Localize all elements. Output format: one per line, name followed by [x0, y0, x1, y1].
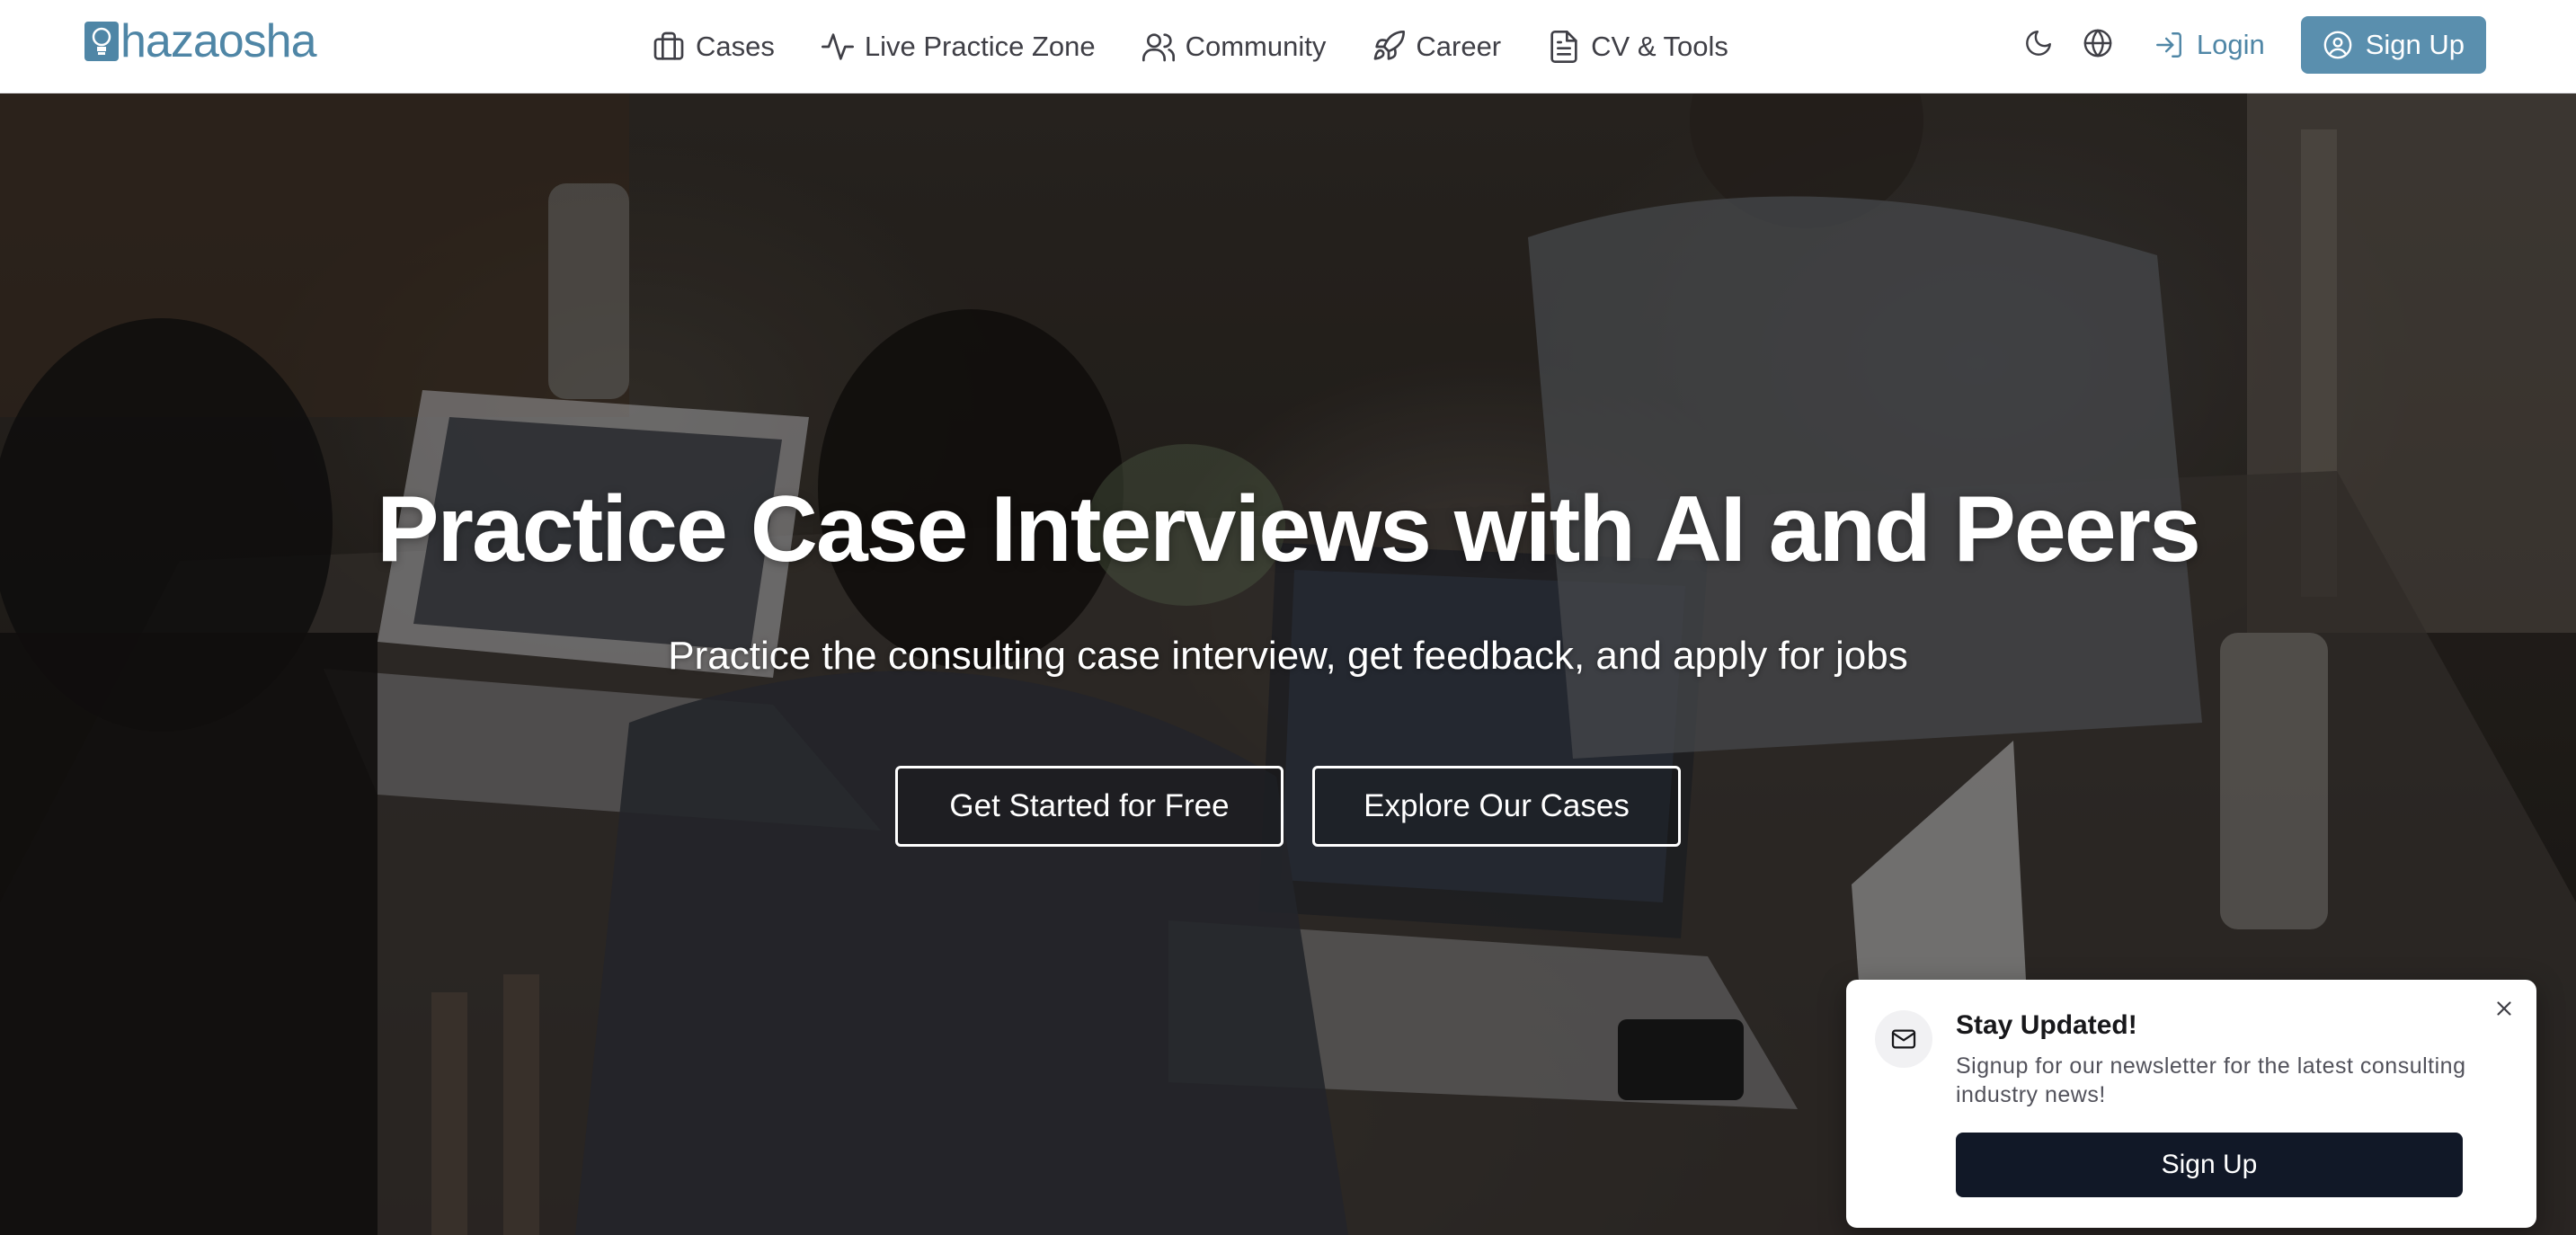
- explore-cases-button[interactable]: Explore Our Cases: [1312, 766, 1681, 847]
- hero-subtitle: Practice the consulting case interview, …: [668, 634, 1908, 678]
- newsletter-signup-button[interactable]: Sign Up: [1956, 1133, 2463, 1197]
- header-signup-button[interactable]: Sign Up: [2300, 16, 2486, 74]
- nav-item-community[interactable]: Community: [1141, 23, 1327, 70]
- briefcase-icon: [651, 29, 687, 65]
- hero-title: Practice Case Interviews with AI and Pee…: [377, 477, 2201, 582]
- hero-cta-group: Get Started for Free Explore Our Cases: [0, 766, 2576, 847]
- language-button[interactable]: [2076, 23, 2119, 67]
- nav-item-live-practice-zone[interactable]: Live Practice Zone: [820, 23, 1096, 70]
- get-started-button[interactable]: Get Started for Free: [895, 766, 1284, 847]
- close-popup-button[interactable]: [2488, 994, 2520, 1026]
- nav-label-live-practice-zone: Live Practice Zone: [864, 31, 1096, 62]
- nav-label-cv-tools: CV & Tools: [1591, 31, 1728, 62]
- globe-icon: [2083, 28, 2113, 63]
- header-actions: Login Sign Up: [2017, 16, 2486, 74]
- lightbulb-icon: [84, 22, 119, 61]
- rocket-icon: [1371, 29, 1407, 65]
- popup-title: Stay Updated!: [1956, 1010, 2137, 1040]
- nav-item-cv-tools[interactable]: CV & Tools: [1546, 23, 1728, 70]
- file-text-icon: [1546, 29, 1582, 65]
- logo[interactable]: hazaosha: [84, 15, 317, 67]
- logo-text: hazaosha: [120, 15, 317, 67]
- mail-icon: [1875, 1010, 1932, 1068]
- nav-label-community: Community: [1185, 31, 1327, 62]
- header-signup-label: Sign Up: [2365, 29, 2465, 60]
- moon-icon: [2023, 28, 2054, 63]
- close-icon: [2492, 997, 2516, 1025]
- nav-label-cases: Cases: [696, 31, 775, 62]
- nav-item-career[interactable]: Career: [1371, 23, 1501, 70]
- login-button[interactable]: Login: [2154, 29, 2265, 61]
- nav-item-cases[interactable]: Cases: [651, 23, 775, 70]
- theme-toggle-button[interactable]: [2017, 23, 2060, 67]
- login-label: Login: [2196, 29, 2265, 60]
- nav-label-career: Career: [1416, 31, 1502, 62]
- activity-icon: [820, 29, 856, 65]
- newsletter-popup: Stay Updated! Signup for our newsletter …: [1846, 980, 2536, 1228]
- popup-text: Signup for our newsletter for the latest…: [1956, 1053, 2466, 1107]
- main-nav: Cases Live Practice Zone Community Caree…: [651, 23, 1773, 70]
- user-circle-icon: [2323, 30, 2353, 60]
- top-navbar: hazaosha Cases Live Practice Zone Commun…: [0, 0, 2576, 93]
- users-icon: [1141, 29, 1177, 65]
- log-in-icon: [2154, 30, 2184, 60]
